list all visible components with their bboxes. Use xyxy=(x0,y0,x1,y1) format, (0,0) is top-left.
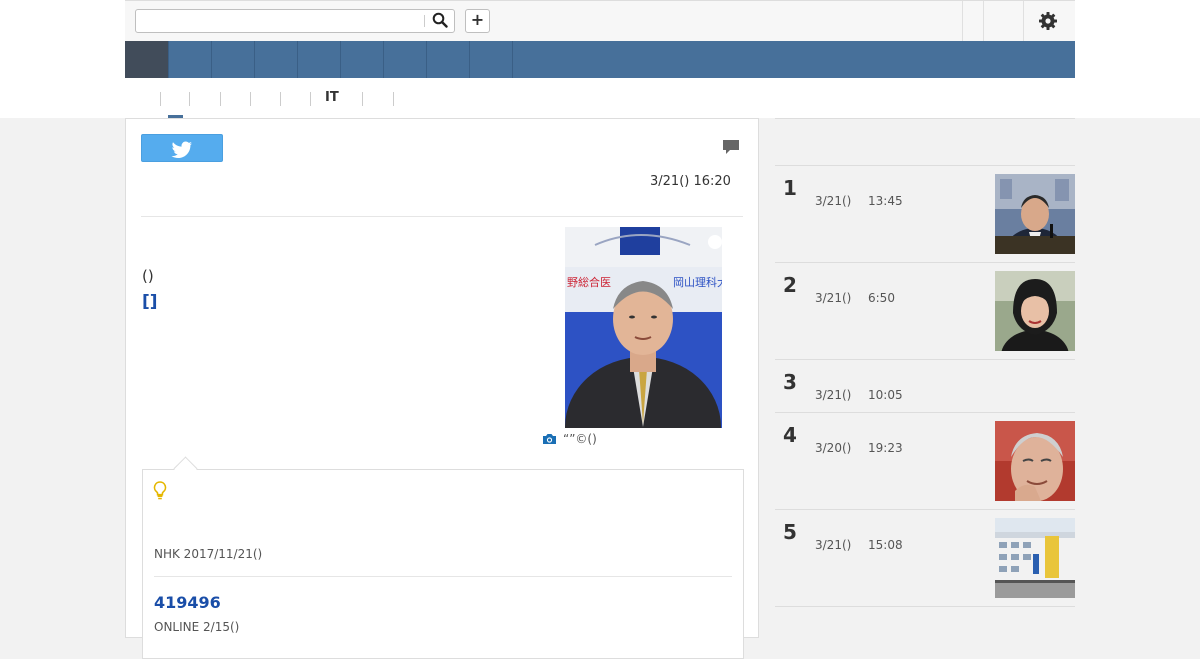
toolbar-divider xyxy=(983,1,984,41)
category-tab[interactable] xyxy=(220,92,221,106)
nav-item[interactable] xyxy=(340,41,341,78)
rank-number: 5 xyxy=(783,520,797,544)
callout-arrow xyxy=(173,456,198,481)
divider xyxy=(154,576,732,577)
search-box xyxy=(135,9,455,33)
nav-item[interactable] xyxy=(211,41,212,78)
search-button[interactable] xyxy=(430,12,450,30)
category-tab[interactable] xyxy=(310,92,311,106)
article-photo[interactable]: 野総合医 岡山理科大 xyxy=(565,227,722,428)
main-nav xyxy=(125,41,1075,78)
rank-time: 19:23 xyxy=(868,441,903,455)
article-link[interactable]: [] xyxy=(142,292,158,312)
search-divider xyxy=(424,15,425,27)
ranking-item[interactable]: 4 3/20() 19:23 xyxy=(775,412,1075,510)
svg-text:岡山理科大: 岡山理科大 xyxy=(673,275,722,289)
ranking-item[interactable]: 5 3/21() 15:08 xyxy=(775,509,1075,607)
rank-time: 10:05 xyxy=(868,388,903,402)
rank-thumbnail xyxy=(995,518,1075,598)
rank-number: 1 xyxy=(783,176,797,200)
related-article-link[interactable]: 419496 xyxy=(154,593,221,612)
svg-text:野総合医: 野総合医 xyxy=(567,275,611,289)
ranking-item[interactable]: 1 3/21() 13:45 xyxy=(775,165,1075,263)
article-text: () xyxy=(142,267,154,285)
camera-icon xyxy=(543,434,556,444)
nav-item[interactable] xyxy=(297,41,298,78)
nav-item[interactable] xyxy=(168,41,169,78)
category-tab[interactable] xyxy=(160,92,161,106)
article-date: 3/21() 16:20 xyxy=(650,174,731,189)
category-tab-it[interactable]: IT xyxy=(325,90,339,105)
sidebar-top-border xyxy=(775,118,1075,119)
rank-number: 2 xyxy=(783,273,797,297)
related-source: ONLINE 2/15() xyxy=(154,620,240,634)
rank-time: 15:08 xyxy=(868,538,903,552)
rank-date: 3/21() xyxy=(815,538,852,552)
related-articles-box: NHK 2017/11/21() 419496 ONLINE 2/15() xyxy=(142,456,744,659)
related-source: NHK 2017/11/21() xyxy=(154,547,263,561)
photo-caption-text: “”©() xyxy=(563,432,597,446)
sidebar-bottom-border xyxy=(775,606,1075,607)
comment-icon[interactable] xyxy=(722,139,740,156)
search-input[interactable] xyxy=(140,12,422,32)
lightbulb-icon xyxy=(153,481,167,500)
search-icon xyxy=(432,12,448,28)
rank-date: 3/21() xyxy=(815,388,852,402)
category-tab[interactable] xyxy=(362,92,363,106)
building-image xyxy=(995,518,1075,598)
portrait-image xyxy=(995,421,1075,501)
rank-time: 13:45 xyxy=(868,194,903,208)
nav-item[interactable] xyxy=(383,41,384,78)
rank-number: 3 xyxy=(783,370,797,394)
rank-number: 4 xyxy=(783,423,797,447)
category-tab[interactable] xyxy=(280,92,281,106)
tweet-button[interactable] xyxy=(141,134,223,162)
nav-item[interactable] xyxy=(426,41,427,78)
photo-caption: “”©() xyxy=(542,432,597,446)
rank-thumbnail xyxy=(995,174,1075,254)
twitter-bird-icon xyxy=(171,141,193,158)
portrait-image xyxy=(995,271,1075,351)
nav-item[interactable] xyxy=(512,41,513,78)
rank-date: 3/21() xyxy=(815,291,852,305)
portrait-image: 野総合医 岡山理科大 xyxy=(565,227,722,428)
rank-thumbnail xyxy=(995,421,1075,501)
add-button[interactable]: + xyxy=(465,9,490,33)
category-tab[interactable] xyxy=(250,92,251,106)
nav-item[interactable] xyxy=(469,41,470,78)
category-tab[interactable] xyxy=(189,92,190,106)
rank-date: 3/21() xyxy=(815,194,852,208)
category-tabs: IT xyxy=(125,88,1075,119)
rank-thumbnail xyxy=(995,271,1075,351)
ranking-item[interactable]: 3 3/21() 10:05 xyxy=(775,359,1075,413)
divider xyxy=(141,216,743,217)
gear-icon xyxy=(1039,12,1057,30)
category-tab[interactable] xyxy=(393,92,394,106)
nav-item[interactable] xyxy=(254,41,255,78)
toolbar-divider xyxy=(962,1,963,41)
top-toolbar: + xyxy=(125,0,1075,41)
rank-time: 6:50 xyxy=(868,291,895,305)
nav-item-home[interactable] xyxy=(125,41,168,78)
settings-button[interactable] xyxy=(1037,10,1059,32)
press-conference-image xyxy=(995,174,1075,254)
toolbar-divider xyxy=(1023,1,1024,41)
article-panel: 3/21() 16:20 () [] 野総合医 岡山理科大 xyxy=(125,118,759,659)
rank-date: 3/20() xyxy=(815,441,852,455)
ranking-item[interactable]: 2 3/21() 6:50 xyxy=(775,262,1075,360)
